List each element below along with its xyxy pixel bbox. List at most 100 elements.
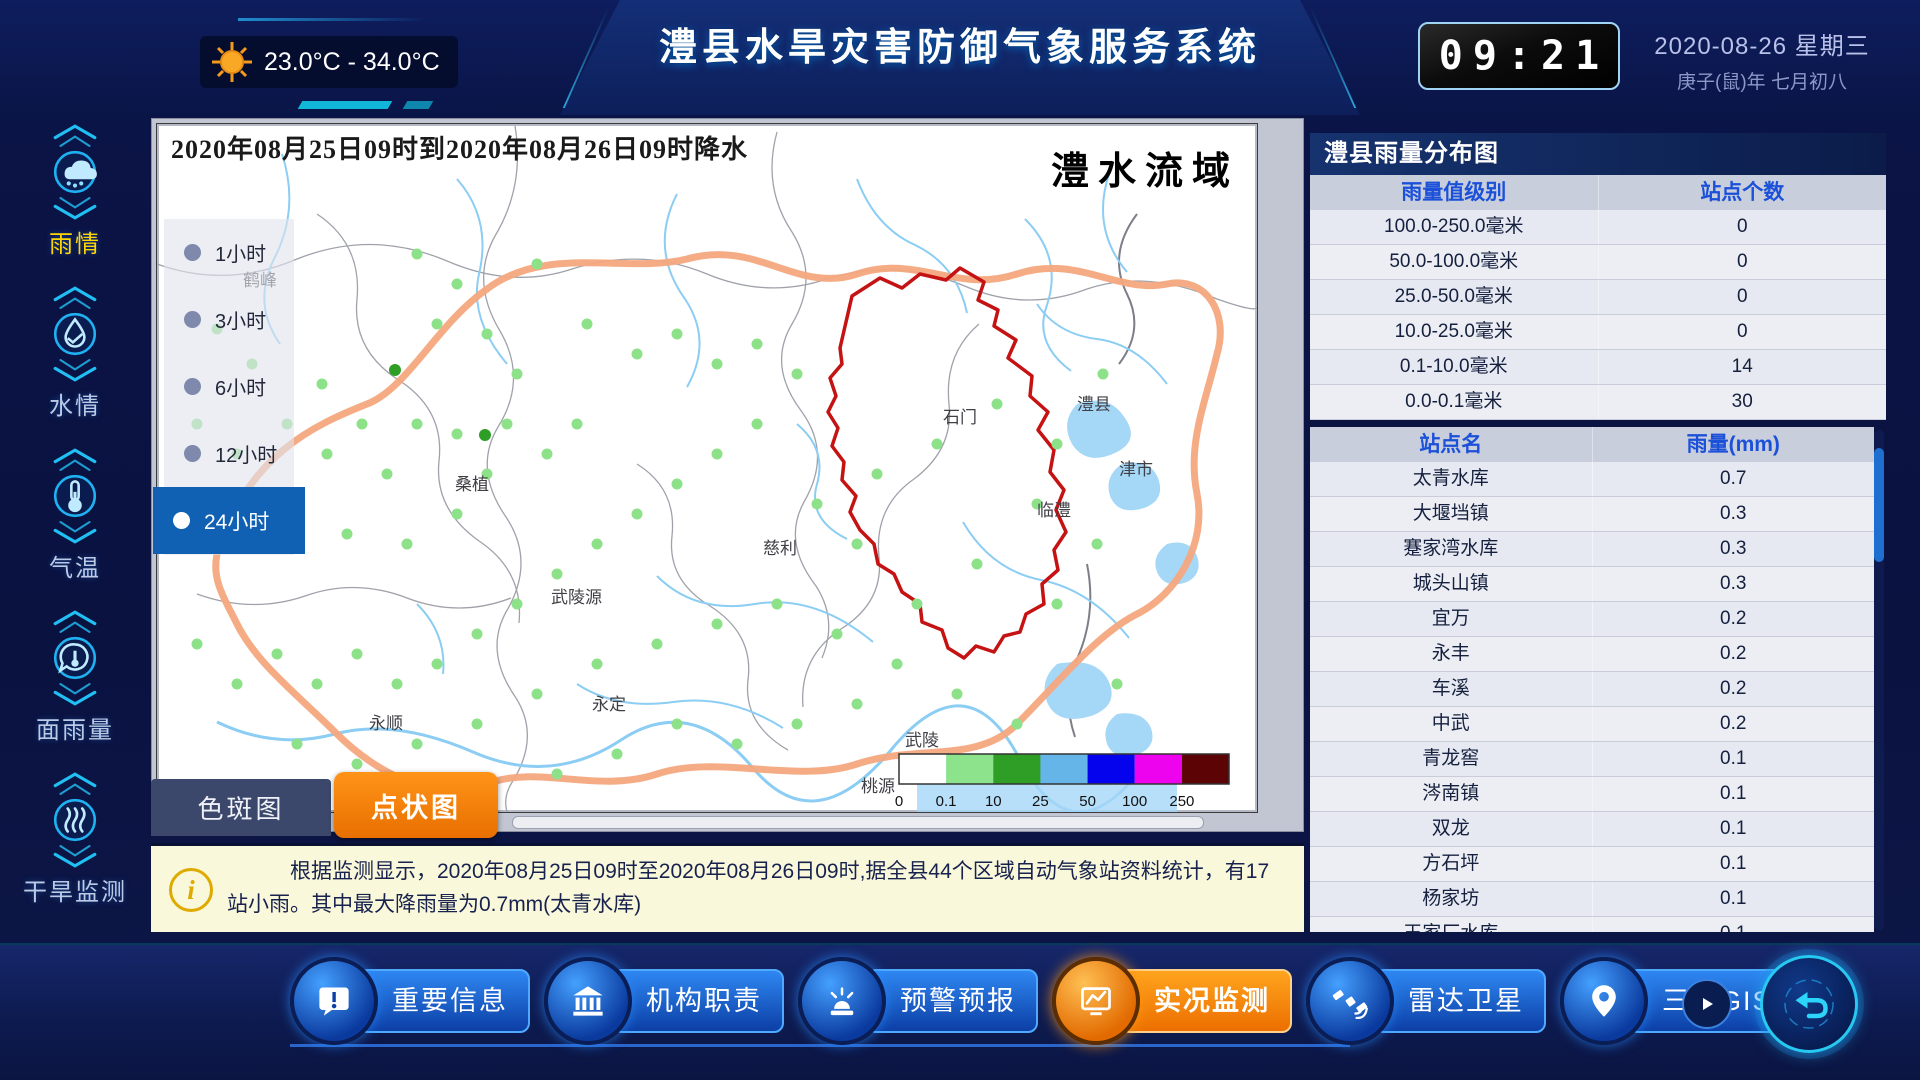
nav-label: 机构职责 [612, 969, 784, 1033]
spot-map-button[interactable]: 色斑图 [151, 779, 331, 836]
lixian-boundary [828, 268, 1066, 658]
table-row: 100.0-250.0毫米0 [1310, 210, 1886, 245]
sidebar-item-label: 水情 [49, 386, 101, 421]
table-cell: 蹇家湾水库 [1310, 532, 1592, 566]
column-header: 站点名 [1310, 427, 1592, 462]
table-cell: 0.2 [1592, 637, 1875, 671]
table-row: 50.0-100.0毫米0 [1310, 245, 1886, 280]
rain-map-canvas[interactable]: 2020年08月25日09时到2020年08月26日09时降水 澧水流域 鹤峰 … [157, 124, 1257, 812]
table-cell: 30 [1598, 385, 1887, 419]
table-cell: 0.2 [1592, 707, 1875, 741]
sidebar-item-water[interactable]: 水情 [43, 284, 107, 421]
table-row: 王家厂水库0.1 [1310, 917, 1874, 932]
nav-label: 雷达卫星 [1374, 969, 1546, 1033]
thermometer-icon [43, 446, 107, 546]
map-horizontal-scrollbar[interactable] [512, 816, 1204, 829]
table-row: 蹇家湾水库0.3 [1310, 532, 1874, 567]
table-cell: 0.1 [1592, 882, 1875, 916]
table-cell: 宜万 [1310, 602, 1592, 636]
date-text: 2020-08-26 星期三 [1632, 26, 1892, 61]
table-cell: 10.0-25.0毫米 [1310, 315, 1598, 349]
sidebar-item-rain[interactable]: 雨情 [43, 122, 107, 259]
table-row: 大堰垱镇0.3 [1310, 497, 1874, 532]
nav-radar-satellite[interactable]: 雷达卫星 [1306, 957, 1546, 1045]
header-bar: 23.0°C - 34.0°C 澧县水旱灾害防御气象服务系统 09:21 202… [0, 0, 1920, 115]
table-cell: 杨家坊 [1310, 882, 1592, 916]
nav-live-monitoring[interactable]: 实况监测 [1052, 957, 1292, 1045]
table-row: 永丰0.2 [1310, 637, 1874, 672]
time-option-6h[interactable]: 6小时 [164, 353, 294, 420]
alert-bubble-icon [316, 983, 352, 1019]
notice-text: 根据监测显示，2020年08月25日09时至2020年08月26日09时,据全县… [227, 856, 1283, 921]
nav-more-button[interactable] [1682, 979, 1732, 1029]
table-cell: 0.3 [1592, 567, 1875, 601]
table-cell: 城头山镇 [1310, 567, 1592, 601]
sidebar-item-area-rainfall[interactable]: 面雨量 [36, 608, 114, 745]
place-labels: 鹤峰 桑植 石门 澧县 津市 临澧 慈利 武陵源 永顺 永定 武陵 桃源 [243, 271, 1153, 796]
time-range-selector: 1小时 3小时 6小时 12小时 24小时 [164, 219, 294, 555]
rain-level-table: 雨量值级别 站点个数 100.0-250.0毫米050.0-100.0毫米025… [1310, 175, 1886, 420]
svg-text:武陵源: 武陵源 [551, 588, 602, 607]
sidebar-item-label: 面雨量 [36, 710, 114, 745]
sidebar-item-label: 干旱监测 [23, 872, 127, 907]
nav-important-info[interactable]: 重要信息 [290, 957, 530, 1045]
radio-icon [184, 378, 201, 395]
nav-label: 预警预报 [866, 969, 1038, 1033]
table-row: 双龙0.1 [1310, 812, 1874, 847]
sidebar-item-label: 气温 [49, 548, 101, 583]
time-option-1h[interactable]: 1小时 [164, 219, 294, 286]
table-cell: 中武 [1310, 707, 1592, 741]
svg-text:100: 100 [1122, 793, 1147, 810]
column-header: 雨量值级别 [1310, 175, 1598, 210]
table-cell: 青龙窖 [1310, 742, 1592, 776]
return-button[interactable] [1760, 955, 1858, 1053]
station-table-scrollbar-thumb[interactable] [1874, 448, 1884, 562]
sidebar-item-temperature[interactable]: 气温 [43, 446, 107, 583]
table-row: 宜万0.2 [1310, 602, 1874, 637]
table-cell: 0 [1598, 315, 1887, 349]
table-cell: 50.0-100.0毫米 [1310, 245, 1598, 279]
svg-text:津市: 津市 [1119, 460, 1153, 479]
table-cell: 0.7 [1592, 462, 1875, 496]
map-watermark: 澧水流域 [1051, 151, 1239, 193]
nav-warning-forecast[interactable]: 预警预报 [798, 957, 1038, 1045]
radio-icon [184, 311, 201, 328]
institution-icon [570, 983, 606, 1019]
table-cell: 0.2 [1592, 672, 1875, 706]
column-header: 站点个数 [1598, 175, 1887, 210]
drought-icon [43, 770, 107, 870]
svg-text:桑植: 桑植 [455, 475, 489, 494]
table-row: 青龙窖0.1 [1310, 742, 1874, 777]
table-cell: 0 [1598, 245, 1887, 279]
map-top-accent [298, 101, 393, 109]
table-cell: 太青水库 [1310, 462, 1592, 496]
time-option-12h[interactable]: 12小时 [164, 420, 294, 487]
table-row: 25.0-50.0毫米0 [1310, 280, 1886, 315]
lunar-date-text: 庚子(鼠)年 七月初八 [1632, 67, 1892, 94]
table-row: 车溪0.2 [1310, 672, 1874, 707]
sidebar: 雨情 水情 气温 [0, 122, 150, 907]
sidebar-item-label: 雨情 [49, 224, 101, 259]
table-cell: 永丰 [1310, 637, 1592, 671]
date-widget: 2020-08-26 星期三 庚子(鼠)年 七月初八 [1632, 26, 1892, 94]
table-cell: 0 [1598, 210, 1887, 244]
map-viewport[interactable]: 2020年08月25日09时到2020年08月26日09时降水 澧水流域 鹤峰 … [156, 123, 1258, 813]
svg-text:50: 50 [1079, 793, 1096, 810]
station-table-viewport: 站点名 雨量(mm) 太青水库0.7大堰垱镇0.3蹇家湾水库0.3城头山镇0.3… [1310, 427, 1886, 932]
nav-label: 实况监测 [1120, 969, 1292, 1033]
time-option-3h[interactable]: 3小时 [164, 286, 294, 353]
table-row: 太青水库0.7 [1310, 462, 1874, 497]
svg-text:10: 10 [985, 793, 1002, 810]
radio-icon [173, 512, 190, 529]
return-arrow-icon [1782, 977, 1836, 1031]
nav-responsibilities[interactable]: 机构职责 [544, 957, 784, 1045]
table-cell: 方石坪 [1310, 847, 1592, 881]
sidebar-item-drought[interactable]: 干旱监测 [23, 770, 127, 907]
dot-map-button[interactable]: 点状图 [334, 772, 498, 838]
time-option-24h[interactable]: 24小时 [153, 487, 305, 554]
svg-text:250: 250 [1169, 793, 1194, 810]
table-cell: 25.0-50.0毫米 [1310, 280, 1598, 314]
clock-display: 09:21 [1418, 22, 1620, 90]
table-cell: 大堰垱镇 [1310, 497, 1592, 531]
svg-text:0: 0 [895, 793, 903, 810]
